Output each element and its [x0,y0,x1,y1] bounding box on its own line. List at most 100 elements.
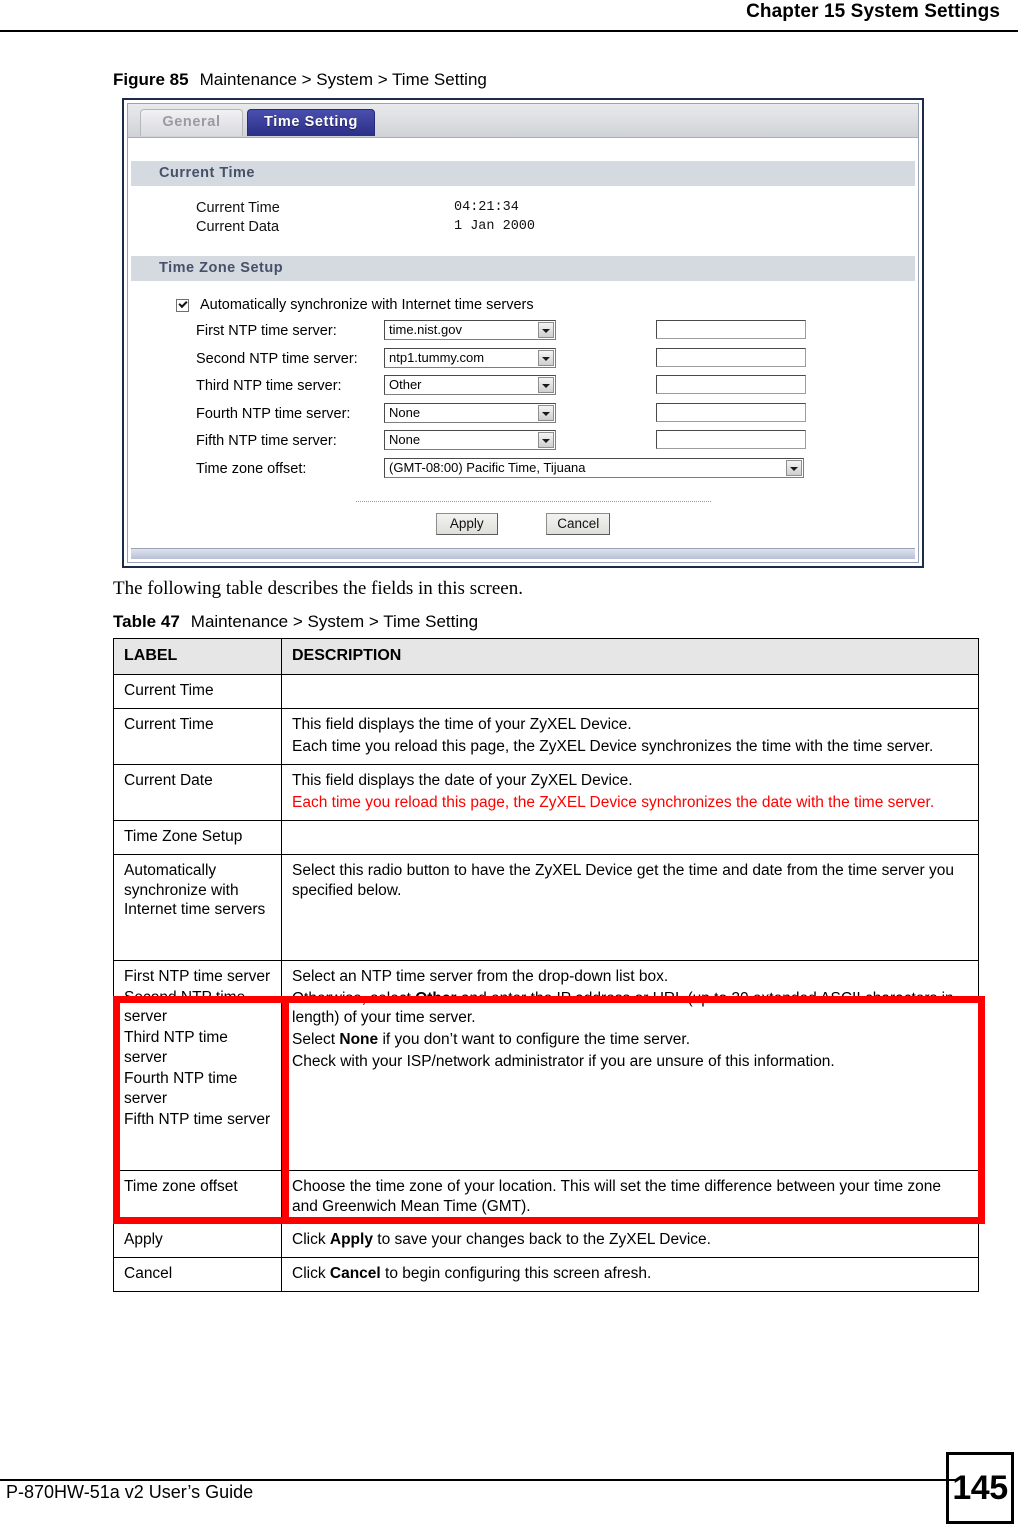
table-row: Cancel Click Cancel to begin configuring… [113,1257,979,1293]
row-label-item: Fourth NTP time server [124,1069,238,1107]
description-line: Otherwise, select Other and enter the IP… [292,989,954,1027]
row-description: Select this radio button to have the ZyX… [281,853,979,961]
first-ntp-row: First NTP time server: time.nist.gov [128,320,918,348]
field-description-table: LABEL DESCRIPTION Current Time Current T… [113,637,979,1293]
fifth-ntp-select-value: None [389,432,421,447]
fifth-ntp-label: Fifth NTP time server: [196,433,337,449]
table-caption: Table 47 Maintenance > System > Time Sett… [113,612,478,632]
table-row: Time zone offset Choose the time zone of… [113,1169,979,1225]
button-row: Apply Cancel [128,513,918,535]
row-description: Select an NTP time server from the drop-… [281,959,979,1171]
row-description [281,819,979,855]
first-ntp-label: First NTP time server: [196,323,337,339]
table-row: Current Time This field displays the tim… [113,708,979,766]
second-ntp-label: Second NTP time server: [196,350,358,367]
current-data-value: 1 Jan 2000 [454,219,536,234]
first-ntp-select-value: time.nist.gov [389,322,462,337]
chevron-down-icon[interactable] [538,432,554,448]
description-line: Select this radio button to have the ZyX… [292,861,954,899]
table-number: Table 47 [113,612,180,631]
row-label-item: Second NTP time server [124,988,246,1026]
figure-title: Maintenance > System > Time Setting [199,70,487,89]
timezone-offset-row: Time zone offset: (GMT-08:00) Pacific Ti… [128,457,918,486]
chevron-down-icon[interactable] [538,404,554,421]
fourth-ntp-input[interactable] [656,402,806,422]
third-ntp-input[interactable] [656,375,806,394]
current-data-row: Current Data 1 Jan 2000 [128,219,918,238]
column-header-description: DESCRIPTION [281,637,979,676]
chevron-down-icon[interactable] [786,459,802,476]
row-description: Click Apply to save your changes back to… [281,1223,979,1259]
chapter-title: Chapter 15 System Settings [746,1,1000,22]
figure-number: Figure 85 [113,70,189,89]
table-row-annotated: First NTP time server Second NTP time se… [113,959,979,1171]
body-paragraph: The following table describes the fields… [113,578,523,599]
page-number: 145 [952,1469,1008,1507]
row-label: Time Zone Setup [113,819,282,855]
description-line: This field displays the time of your ZyX… [292,716,632,734]
auto-sync-label: Automatically synchronize with Internet … [200,297,534,313]
row-label-item: First NTP time server [124,967,271,985]
timezone-offset-select[interactable]: (GMT-08:00) Pacific Time, Tijuana [384,457,804,478]
description-line: Check with your ISP/network administrato… [292,1053,835,1071]
current-time-label: Current Time [196,200,280,216]
row-label: Time zone offset [113,1169,282,1225]
fifth-ntp-input[interactable] [656,430,806,449]
fourth-ntp-select[interactable]: None [384,402,556,423]
row-description: This field displays the date of your ZyX… [281,764,979,821]
screenshot-inner: General Time Setting Current Time Curren… [127,103,919,563]
current-time-values: Current Time 04:21:34 Current Data 1 Jan… [128,200,918,238]
auto-sync-checkbox[interactable] [176,299,189,312]
description-line: Select None if you don’t want to configu… [292,1031,691,1049]
description-line: Click Apply to save your changes back to… [292,1231,711,1249]
description-line: Select an NTP time server from the drop-… [292,967,669,985]
third-ntp-label: Third NTP time server: [196,378,342,394]
table-header-row: LABEL DESCRIPTION [113,637,979,676]
fifth-ntp-select[interactable]: None [384,430,556,450]
auto-sync-row: Automatically synchronize with Internet … [128,297,918,320]
guide-title: P-870HW-51a v2 User’s Guide [6,1482,254,1502]
third-ntp-select[interactable]: Other [384,375,556,395]
current-time-row: Current Time 04:21:34 [128,200,918,219]
cancel-button[interactable]: Cancel [546,513,611,535]
table-row: Time Zone Setup [113,819,979,855]
screenshot-status-bar [131,548,915,559]
screenshot-frame: General Time Setting Current Time Curren… [122,98,924,568]
figure-caption: Figure 85 Maintenance > System > Time Set… [113,70,487,90]
apply-button[interactable]: Apply [435,513,498,535]
table-row: Current Date This field displays the dat… [113,764,979,821]
second-ntp-select-value: ntp1.tummy.com [389,349,485,365]
third-ntp-row: Third NTP time server: Other [128,375,918,403]
description-line: Click Cancel to begin configuring this s… [292,1265,652,1283]
second-ntp-select[interactable]: ntp1.tummy.com [384,347,556,368]
third-ntp-select-value: Other [389,377,422,392]
header-divider [0,30,1018,32]
row-label: Current Date [113,764,282,821]
first-ntp-select[interactable]: time.nist.gov [384,320,556,340]
row-description: Click Cancel to begin configuring this s… [281,1257,979,1293]
timezone-offset-label: Time zone offset: [196,460,307,477]
tab-general[interactable]: General [140,109,243,136]
chevron-down-icon[interactable] [538,349,554,366]
description-line: This field displays the date of your ZyX… [292,772,633,790]
timezone-offset-value: (GMT-08:00) Pacific Time, Tijuana [389,459,586,475]
second-ntp-input[interactable] [656,347,806,367]
table-row: Automatically synchronize with Internet … [113,853,979,961]
row-label: Apply [113,1223,282,1259]
row-label: Current Time [113,708,282,766]
section-header-current-time: Current Time [131,161,915,186]
table-row: Apply Click Apply to save your changes b… [113,1223,979,1259]
tab-time-setting[interactable]: Time Setting [247,109,375,136]
first-ntp-input[interactable] [656,320,806,339]
second-ntp-row: Second NTP time server: ntp1.tummy.com [128,347,918,376]
row-description: Choose the time zone of your location. T… [281,1169,979,1225]
fourth-ntp-label: Fourth NTP time server: [196,405,351,422]
tab-bar: General Time Setting [128,104,918,138]
chevron-down-icon[interactable] [538,322,554,338]
time-zone-form: Automatically synchronize with Internet … [128,297,918,486]
row-label-item: Third NTP time server [124,1029,228,1067]
form-divider [356,501,711,502]
row-description: This field displays the time of your ZyX… [281,708,979,766]
column-header-label: LABEL [113,637,282,676]
chevron-down-icon[interactable] [538,377,554,393]
